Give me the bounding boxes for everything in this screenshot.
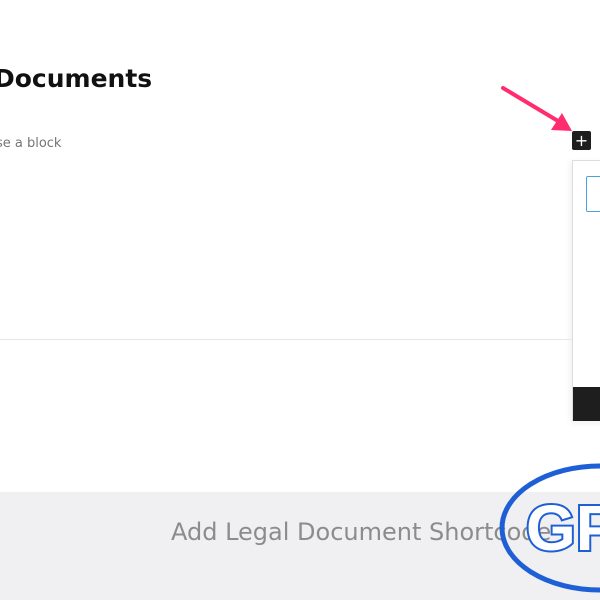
block-placeholder[interactable]: ose a block xyxy=(0,136,61,151)
plus-icon: + xyxy=(574,130,589,150)
inserter-search-input[interactable] xyxy=(586,176,600,212)
editor-canvas: Documents ose a block + Add Legal Docume… xyxy=(0,0,600,600)
content-divider xyxy=(0,339,572,340)
inserter-footer[interactable] xyxy=(573,387,600,421)
shortcode-block[interactable] xyxy=(0,492,600,600)
block-inserter-panel xyxy=(572,160,600,421)
shortcode-label: Add Legal Document Shortcode xyxy=(171,518,552,546)
add-block-button[interactable]: + xyxy=(572,131,591,150)
page-title[interactable]: Documents xyxy=(0,64,152,93)
